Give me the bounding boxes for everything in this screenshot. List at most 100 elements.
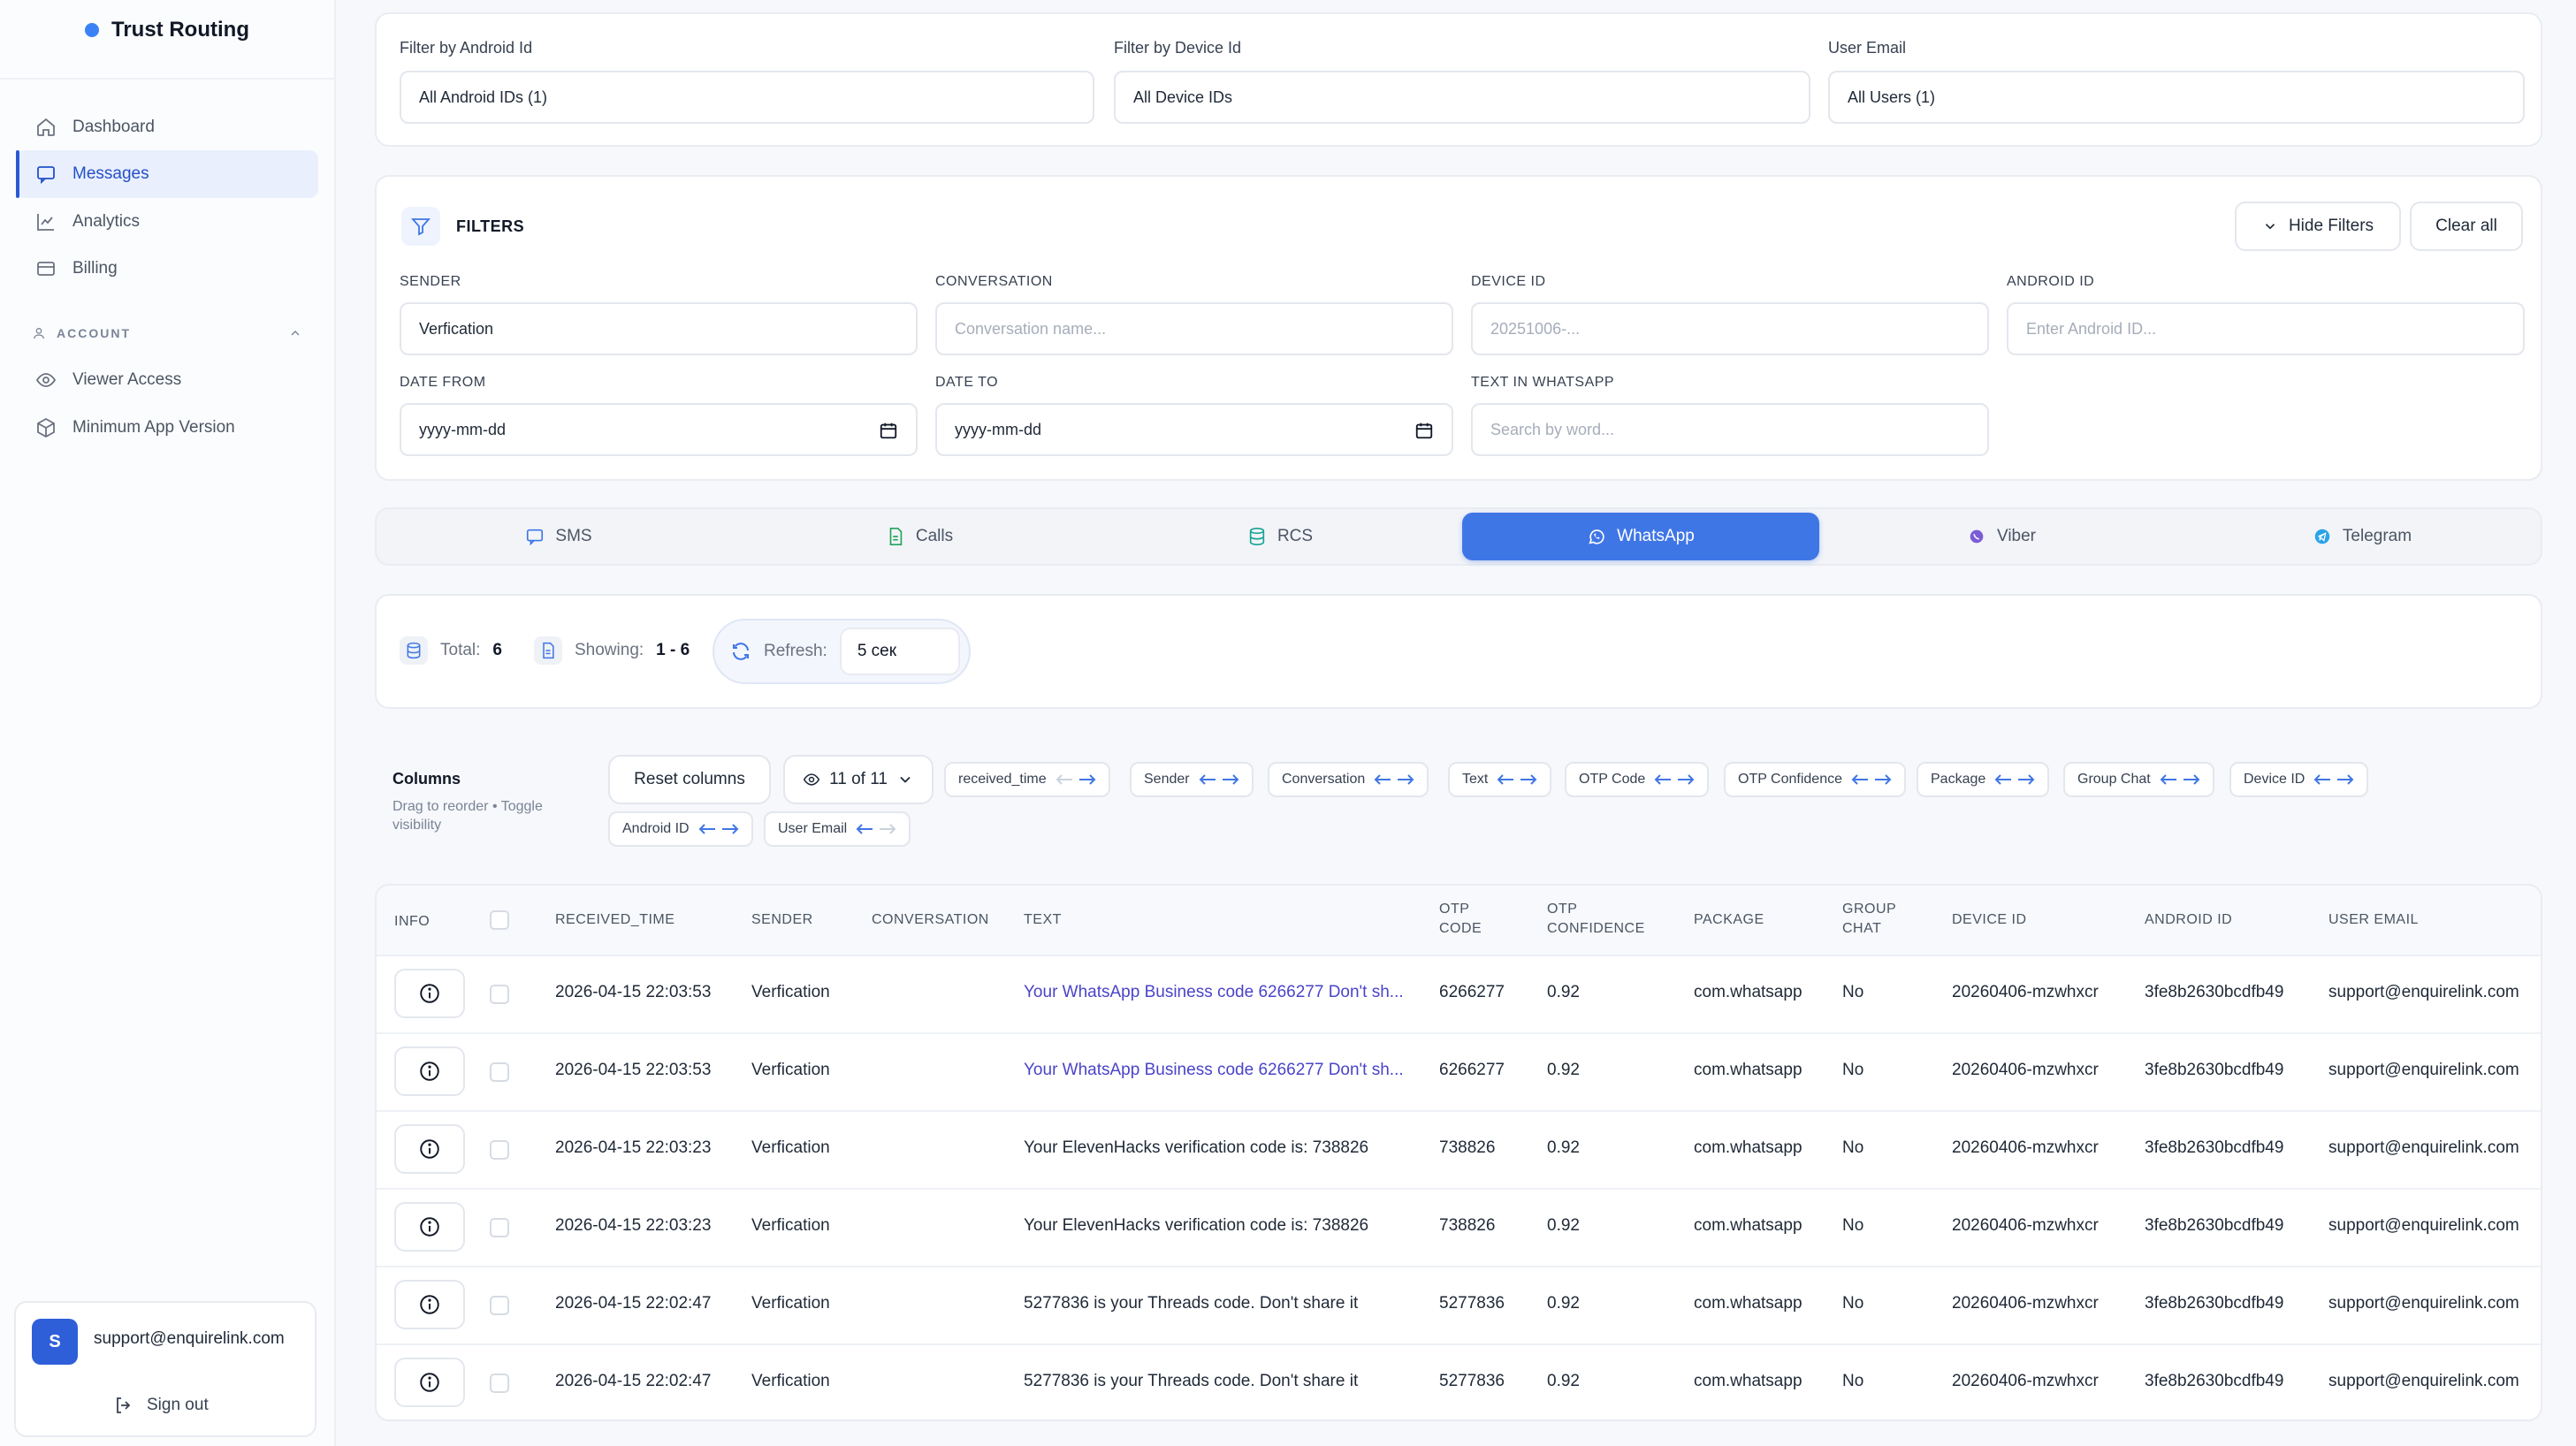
calendar-icon[interactable] <box>879 421 898 440</box>
table-row[interactable]: 2026-04-15 22:02:47 Verfication 5277836 is… <box>377 1345 2541 1419</box>
arrow-left-icon[interactable] <box>1374 773 1391 786</box>
table-row[interactable]: 2026-04-15 22:03:53 Verfication Your Whats… <box>377 1034 2541 1112</box>
table-row[interactable]: 2026-04-15 22:03:23 Verfication Your Eleve… <box>377 1112 2541 1190</box>
android-id-input[interactable]: Enter Android ID... <box>2007 302 2525 355</box>
row-checkbox[interactable] <box>490 1296 509 1315</box>
sender-input[interactable]: Verfication <box>400 302 918 355</box>
date-from-input[interactable]: yyyy-mm-dd <box>400 403 918 456</box>
column-chip-package[interactable]: Package <box>1917 762 2050 797</box>
row-checkbox[interactable] <box>490 985 509 1004</box>
arrow-right-icon[interactable] <box>1078 773 1096 786</box>
arrow-right-icon[interactable] <box>1397 773 1414 786</box>
table-row[interactable]: 2026-04-15 22:03:53 Verfication Your Whats… <box>377 956 2541 1034</box>
arrow-right-icon[interactable] <box>2336 773 2354 786</box>
sidebar-divider <box>0 78 334 80</box>
tab-rcs[interactable]: RCS <box>1101 513 1459 560</box>
refresh-interval-select[interactable]: 5 сек <box>839 628 960 675</box>
tab-sms[interactable]: SMS <box>380 513 737 560</box>
arrow-left-icon[interactable] <box>1497 773 1514 786</box>
info-button[interactable] <box>394 1202 465 1252</box>
clear-all-button[interactable]: Clear all <box>2410 202 2523 251</box>
col-header-conversation[interactable]: CONVERSATION <box>872 910 989 930</box>
col-header-otp-confidence[interactable]: OTP CONFIDENCE <box>1547 900 1645 939</box>
column-chip-otp-code[interactable]: OTP Code <box>1565 762 1710 797</box>
cell-text[interactable]: Your WhatsApp Business code 6266277 Don'… <box>1024 983 1404 1002</box>
arrow-left-icon[interactable] <box>698 823 716 835</box>
user-email-select[interactable]: All Users (1) <box>1828 71 2525 124</box>
col-header-sender[interactable]: SENDER <box>751 910 813 930</box>
column-chip-android-id[interactable]: Android ID <box>608 811 753 847</box>
arrow-right-icon[interactable] <box>879 823 896 835</box>
arrow-right-icon[interactable] <box>1222 773 1239 786</box>
arrow-right-icon[interactable] <box>721 823 739 835</box>
arrow-left-icon[interactable] <box>1056 773 1073 786</box>
col-header-received-time[interactable]: RECEIVED_TIME <box>555 910 674 930</box>
column-chip-group-chat[interactable]: Group Chat <box>2063 762 2214 797</box>
table-row[interactable]: 2026-04-15 22:02:47 Verfication 5277836 is… <box>377 1267 2541 1345</box>
device-id-select[interactable]: All Device IDs <box>1114 71 1810 124</box>
col-header-user-email[interactable]: USER EMAIL <box>2328 910 2419 930</box>
sidebar-item-minimum-app-version[interactable]: Minimum App Version <box>16 404 318 452</box>
android-id-select[interactable]: All Android IDs (1) <box>400 71 1094 124</box>
sidebar-item-messages[interactable]: Messages <box>16 150 318 198</box>
info-button[interactable] <box>394 1124 465 1174</box>
row-checkbox[interactable] <box>490 1374 509 1393</box>
header-line: CHAT <box>1842 921 1882 936</box>
col-header-group-chat[interactable]: GROUP CHAT <box>1842 900 1896 939</box>
arrow-left-icon[interactable] <box>2160 773 2177 786</box>
sidebar-item-analytics[interactable]: Analytics <box>16 198 318 246</box>
cell-text[interactable]: Your WhatsApp Business code 6266277 Don'… <box>1024 1061 1404 1080</box>
sidebar-item-billing[interactable]: Billing <box>16 245 318 293</box>
avatar[interactable]: S <box>32 1319 78 1365</box>
row-checkbox[interactable] <box>490 1062 509 1082</box>
conversation-input[interactable]: Conversation name... <box>935 302 1453 355</box>
tab-viber[interactable]: Viber <box>1823 513 2180 560</box>
sidebar-item-viewer-access[interactable]: Viewer Access <box>16 356 318 404</box>
column-visibility-dropdown[interactable]: 11 of 11 <box>783 755 934 804</box>
sign-out-button[interactable]: Sign out <box>113 1391 209 1419</box>
column-chip-otp-confidence[interactable]: OTP Confidence <box>1724 762 1906 797</box>
arrow-right-icon[interactable] <box>2183 773 2200 786</box>
select-all-checkbox[interactable] <box>490 910 509 930</box>
column-chip-conversation[interactable]: Conversation <box>1268 762 1429 797</box>
tab-telegram[interactable]: Telegram <box>2184 513 2541 560</box>
arrow-right-icon[interactable] <box>1677 773 1695 786</box>
arrow-right-icon[interactable] <box>1520 773 1537 786</box>
calendar-icon[interactable] <box>1414 421 1434 440</box>
arrow-left-icon[interactable] <box>1654 773 1672 786</box>
row-checkbox[interactable] <box>490 1218 509 1237</box>
col-header-device-id[interactable]: DEVICE ID <box>1952 910 2027 930</box>
device-id-input[interactable]: 20251006-... <box>1471 302 1989 355</box>
column-chip-user-email[interactable]: User Email <box>764 811 911 847</box>
arrow-right-icon[interactable] <box>2017 773 2035 786</box>
date-to-input[interactable]: yyyy-mm-dd <box>935 403 1453 456</box>
column-chip-device-id[interactable]: Device ID <box>2229 762 2369 797</box>
table-row[interactable]: 2026-04-15 22:03:23 Verfication Your Eleve… <box>377 1190 2541 1267</box>
col-header-otp-code[interactable]: OTP CODE <box>1439 900 1482 939</box>
column-chip-sender[interactable]: Sender <box>1130 762 1254 797</box>
col-header-text[interactable]: TEXT <box>1024 910 1062 930</box>
arrow-left-icon[interactable] <box>856 823 873 835</box>
column-chip-text[interactable]: Text <box>1448 762 1552 797</box>
text-search-input[interactable]: Search by word... <box>1471 403 1989 456</box>
brand[interactable]: Trust Routing <box>85 16 249 44</box>
row-checkbox[interactable] <box>490 1140 509 1160</box>
col-header-package[interactable]: PACKAGE <box>1694 910 1764 930</box>
info-button[interactable] <box>394 1280 465 1329</box>
info-button[interactable] <box>394 1358 465 1407</box>
arrow-left-icon[interactable] <box>2313 773 2331 786</box>
tab-whatsapp[interactable]: WhatsApp <box>1462 513 1819 560</box>
arrow-left-icon[interactable] <box>1851 773 1869 786</box>
info-button[interactable] <box>394 1046 465 1096</box>
tab-calls[interactable]: Calls <box>741 513 1098 560</box>
hide-filters-button[interactable]: Hide Filters <box>2235 202 2401 251</box>
arrow-right-icon[interactable] <box>1874 773 1892 786</box>
sidebar-item-dashboard[interactable]: Dashboard <box>16 103 318 151</box>
col-header-android-id[interactable]: ANDROID ID <box>2145 910 2232 930</box>
info-button[interactable] <box>394 969 465 1018</box>
reset-columns-button[interactable]: Reset columns <box>608 755 771 804</box>
column-chip-received-time[interactable]: received_time <box>944 762 1110 797</box>
account-section-header[interactable]: ACCOUNT <box>32 322 302 345</box>
arrow-left-icon[interactable] <box>1199 773 1216 786</box>
arrow-left-icon[interactable] <box>1994 773 2012 786</box>
